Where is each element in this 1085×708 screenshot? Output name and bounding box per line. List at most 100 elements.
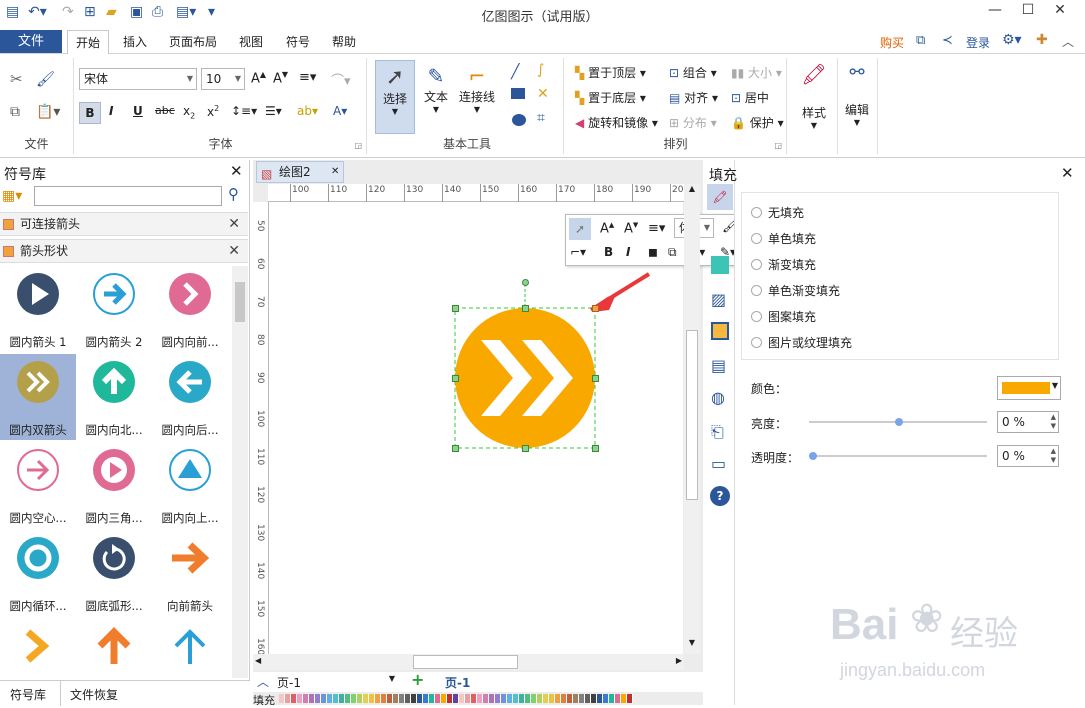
distribute-button[interactable]: ⊞ 分布 ▾: [669, 114, 717, 131]
fill-side-icon[interactable]: 🖍: [707, 184, 733, 210]
text-tool-button[interactable]: ✎ 文本 ▼: [417, 60, 455, 134]
library-shape[interactable]: 圆内空心...: [0, 442, 76, 528]
line-tool-icon[interactable]: ╱: [511, 64, 519, 80]
library-shape[interactable]: 圆内三角...: [76, 442, 152, 528]
bullets-icon[interactable]: ☰▾: [265, 104, 282, 118]
size-button[interactable]: ▮▮ 大小 ▾: [731, 64, 782, 81]
fill-option-radio[interactable]: 图片或纹理填充: [751, 334, 852, 351]
rectangle-tool-icon[interactable]: [511, 88, 525, 99]
protect-button[interactable]: 🔒 保护 ▾: [731, 114, 784, 131]
grow-font-icon[interactable]: A▲: [251, 70, 266, 86]
tab-page-layout[interactable]: 页面布局: [163, 30, 223, 54]
tab-symbol-library[interactable]: 符号库: [10, 686, 46, 703]
float-grow-font-icon[interactable]: A▲: [600, 221, 614, 236]
arrange-dialog-icon[interactable]: ◲: [774, 141, 782, 150]
brightness-input[interactable]: 0 % ▲ ▼: [997, 411, 1059, 433]
shadow-side-icon[interactable]: [711, 322, 729, 340]
tab-insert[interactable]: 插入: [115, 30, 155, 54]
cross-tool-icon[interactable]: ✕: [537, 86, 549, 102]
library-menu-icon[interactable]: ▦▾: [2, 188, 22, 204]
image-side-icon[interactable]: ▨: [711, 290, 726, 309]
font-color-icon[interactable]: A▾: [333, 104, 347, 118]
fill-option-radio[interactable]: 单色渐变填充: [751, 282, 840, 299]
settings-icon[interactable]: ⚙▾: [1002, 32, 1022, 48]
float-pointer-icon[interactable]: ➚: [569, 218, 591, 240]
font-name-select[interactable]: 宋体 ▼: [79, 68, 197, 90]
float-connector-icon[interactable]: ⌐▾: [570, 245, 586, 259]
page-select[interactable]: 页-1 ▼: [277, 674, 397, 690]
library-shape[interactable]: 圆内向前...: [152, 266, 228, 352]
buy-link[interactable]: 购买: [880, 34, 904, 51]
resize-handle-nw[interactable]: [452, 305, 459, 312]
theme-icon[interactable]: ✚: [1036, 32, 1048, 48]
share-window-icon[interactable]: ⧉: [916, 33, 925, 48]
crop-tool-icon[interactable]: ⌗: [537, 110, 545, 126]
library-shape[interactable]: 圆内箭头 1: [0, 266, 76, 352]
print-icon[interactable]: ⎙: [152, 4, 163, 20]
redo-icon[interactable]: ↷: [62, 4, 74, 20]
color-picker[interactable]: ▼: [997, 376, 1061, 400]
line-spacing-icon[interactable]: ↕≡▾: [231, 104, 257, 118]
float-front-icon[interactable]: ◼: [648, 245, 658, 259]
section-close-icon[interactable]: ✕: [228, 240, 240, 262]
bold-icon[interactable]: B: [79, 102, 101, 124]
tab-view[interactable]: 视图: [231, 30, 271, 54]
file-menu[interactable]: 文件: [0, 30, 62, 53]
library-shape[interactable]: 圆内向上...: [152, 442, 228, 528]
group-button[interactable]: ⊡ 组合 ▾: [669, 64, 717, 81]
fill-option-radio[interactable]: 单色填充: [751, 230, 816, 247]
library-section-arrows[interactable]: 箭头形状 ✕: [0, 239, 248, 263]
curve-tool-icon[interactable]: ∫: [537, 62, 544, 78]
subscript-icon[interactable]: x2: [183, 104, 195, 120]
tab-home[interactable]: 开始: [67, 30, 109, 55]
resize-handle-e[interactable]: [592, 375, 599, 382]
edit-button[interactable]: ⚯ 编辑 ▼: [838, 62, 876, 142]
resize-handle-w[interactable]: [452, 375, 459, 382]
rotate-mirror-button[interactable]: ◀ 旋转和镜像 ▾: [575, 114, 658, 131]
library-section-connectable[interactable]: 可连接箭头 ✕: [0, 212, 248, 236]
fill-option-radio[interactable]: 无填充: [751, 204, 804, 221]
tab-help[interactable]: 帮助: [324, 30, 364, 54]
search-icon[interactable]: ⚲: [228, 185, 239, 203]
page-side-icon[interactable]: ▤: [711, 356, 726, 375]
canvas-horizontal-scrollbar[interactable]: ◀ ▶: [253, 654, 684, 670]
copy-icon[interactable]: ⧉: [10, 104, 20, 120]
brightness-knob[interactable]: [895, 418, 903, 426]
library-shape[interactable]: 圆内双箭头: [0, 354, 76, 440]
document-tab[interactable]: ▧ 绘图2 ✕: [256, 161, 344, 183]
customize-icon[interactable]: ▾: [208, 4, 215, 20]
collapse-ribbon-icon[interactable]: ︿: [1062, 33, 1074, 50]
rotate-handle[interactable]: [522, 279, 529, 286]
maximize-icon[interactable]: ☐: [1013, 2, 1043, 18]
library-shape[interactable]: 圆底弧形...: [76, 530, 152, 616]
library-shape[interactable]: 圆内循环...: [0, 530, 76, 616]
comment-side-icon[interactable]: ▭: [711, 454, 726, 473]
transparency-knob[interactable]: [809, 452, 817, 460]
align-text-icon[interactable]: ≡▾: [299, 70, 316, 85]
fill-panel-close-icon[interactable]: ✕: [1061, 164, 1074, 182]
float-align-icon[interactable]: ≡▾: [648, 221, 665, 236]
format-painter-icon[interactable]: 🖌: [36, 70, 55, 88]
fill-option-radio[interactable]: 图案填充: [751, 308, 816, 325]
shrink-font-icon[interactable]: A▼: [273, 70, 288, 86]
tab-close-icon[interactable]: ✕: [331, 162, 339, 182]
library-search-input[interactable]: [34, 186, 222, 206]
font-size-select[interactable]: 10 ▼: [201, 68, 245, 90]
page-up-icon[interactable]: ︿: [257, 673, 269, 690]
open-icon[interactable]: ▰: [106, 4, 117, 20]
float-bold-icon[interactable]: B: [604, 245, 613, 259]
float-back-icon[interactable]: ⧉: [668, 245, 677, 260]
select-tool-button[interactable]: ➚ 选择 ▼: [375, 60, 415, 134]
bring-front-button[interactable]: ▚ 置于顶层 ▾: [575, 64, 646, 81]
float-italic-icon[interactable]: I: [626, 245, 630, 259]
font-dialog-icon[interactable]: ◲: [354, 141, 362, 150]
resize-handle-n[interactable]: [522, 305, 529, 312]
send-back-button[interactable]: ▚ 置于底层 ▾: [575, 89, 646, 106]
transparency-input[interactable]: 0 % ▲ ▼: [997, 445, 1059, 467]
fill-option-radio[interactable]: 渐变填充: [751, 256, 816, 273]
float-shrink-font-icon[interactable]: A▼: [624, 221, 638, 236]
text-path-icon[interactable]: ⌒▾: [331, 70, 351, 89]
save-icon[interactable]: ▣: [130, 4, 143, 20]
italic-icon[interactable]: I: [109, 104, 113, 118]
underline-icon[interactable]: U: [133, 104, 143, 118]
